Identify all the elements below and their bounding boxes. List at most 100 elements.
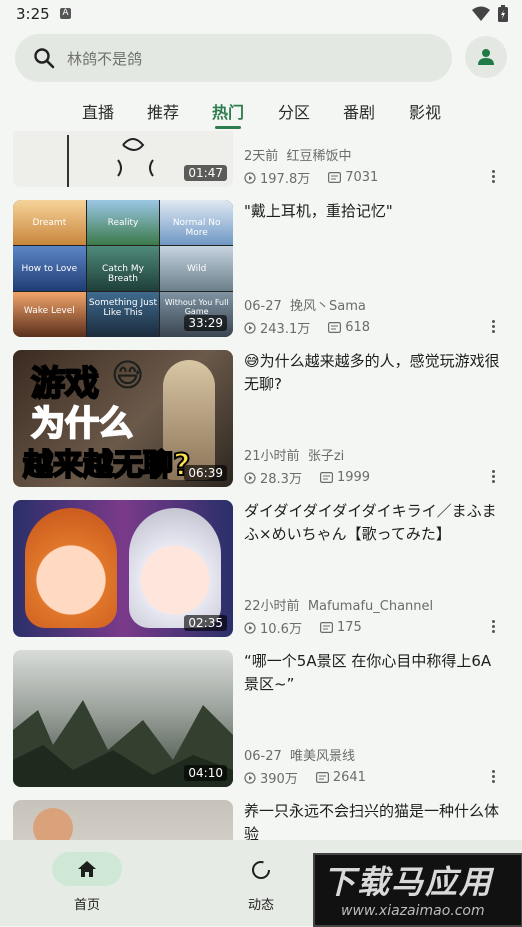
more-options-icon[interactable] [487, 168, 499, 186]
video-meta: 06-27 唯美风景线 [244, 745, 355, 764]
video-card[interactable]: 04:10 “哪一个5A景区 在你心目中称得上6A景区~” 06-27 唯美风景… [0, 650, 522, 787]
video-author: 唯美风景线 [290, 749, 356, 764]
watermark-url: www.xiazaimao.com [341, 903, 485, 919]
danmaku-count: 1999 [336, 470, 371, 485]
video-meta: 21小时前 张子zi [244, 445, 344, 464]
search-row: 林鸽不是鸽 [15, 34, 507, 82]
view-count: 243.1万 [260, 322, 311, 337]
video-title[interactable]: 😅为什么越来越多的人，感觉玩游戏很无聊? [244, 350, 506, 396]
video-author: 张子zi [307, 449, 345, 464]
video-duration: 04:10 [184, 765, 227, 781]
thumb-caption: Normal No More [160, 200, 233, 245]
view-count: 197.8万 [260, 172, 311, 187]
video-date: 21小时前 [244, 449, 300, 464]
danmaku-icon [319, 472, 333, 483]
watermark-logo: 下载马应用 www.xiazaimao.com [313, 853, 522, 927]
video-card[interactable]: 游戏 😅 为什么 越来越无聊? 06:39 😅为什么越来越多的人，感觉玩游戏很无… [0, 350, 522, 487]
home-icon [78, 861, 96, 877]
tab-recommend[interactable]: 推荐 [147, 99, 179, 123]
more-options-icon[interactable] [487, 618, 499, 636]
play-count-icon [244, 171, 256, 184]
search-icon [34, 48, 55, 69]
danmaku-icon [319, 622, 333, 633]
category-tabs: 直播 推荐 热门 分区 番剧 影视 [0, 92, 522, 130]
view-count: 10.6万 [260, 622, 302, 637]
search-input[interactable]: 林鸽不是鸽 [15, 34, 452, 82]
play-count-icon [244, 771, 256, 784]
person-icon [478, 49, 494, 65]
danmaku-icon [315, 772, 329, 783]
video-date: 22小时前 [244, 599, 300, 614]
video-stats: 28.3万 1999 [244, 468, 370, 487]
tab-categories[interactable]: 分区 [278, 99, 310, 123]
video-title[interactable]: ダイダイダイダイダイキライ／まふまふ×めいちゃん【歌ってみた】 [244, 500, 506, 546]
video-duration: 06:39 [184, 465, 227, 481]
video-thumbnail[interactable]: Dreamt Reality Normal No More How to Lov… [13, 200, 233, 337]
play-count-icon [244, 321, 256, 334]
play-count-icon [244, 621, 256, 634]
video-title[interactable]: "戴上耳机，重拾记忆" [244, 200, 506, 223]
video-thumbnail[interactable]: 01:47 [13, 131, 233, 187]
tab-anime[interactable]: 番剧 [343, 99, 375, 123]
video-duration: 02:35 [184, 615, 227, 631]
video-card[interactable]: 养一只永远不会扫兴的猫是一种什么体验 [0, 800, 522, 840]
refresh-circle-icon [252, 861, 270, 879]
nav-home[interactable]: 首页 [37, 852, 137, 913]
tab-hot[interactable]: 热门 [212, 99, 244, 123]
thumb-caption: Dreamt [13, 200, 86, 245]
video-feed[interactable]: 01:47 2天前 红豆稀饭中 197.8万 7031 Dreamt Reali… [0, 131, 522, 840]
video-duration: 33:29 [184, 315, 227, 331]
video-card[interactable]: 02:35 ダイダイダイダイダイキライ／まふまふ×めいちゃん【歌ってみた】 22… [0, 500, 522, 637]
view-count: 390万 [260, 772, 298, 787]
thumb-text: 越来越无聊? [22, 447, 191, 484]
video-date: 06-27 [244, 299, 282, 314]
video-thumbnail[interactable] [13, 800, 233, 840]
status-time: 3:25 [16, 5, 50, 23]
video-title[interactable]: 养一只永远不会扫兴的猫是一种什么体验 [244, 800, 506, 840]
danmaku-count: 618 [345, 320, 371, 335]
notification-icon: A [60, 8, 71, 19]
thumb-caption: How to Love [13, 246, 86, 291]
tab-movies[interactable]: 影视 [409, 99, 441, 123]
video-meta: 06-27 挽风丶Sama [244, 295, 366, 314]
video-date: 2天前 [244, 149, 279, 164]
thumb-caption: Catch My Breath [86, 246, 160, 291]
thumb-caption: Wake Level [13, 292, 86, 337]
tab-live[interactable]: 直播 [82, 99, 114, 123]
video-author: Mafumafu_Channel [307, 599, 434, 614]
more-options-icon[interactable] [487, 768, 499, 786]
video-thumbnail[interactable]: 04:10 [13, 650, 233, 787]
profile-button[interactable] [465, 36, 507, 78]
thumb-caption: Wild [160, 246, 233, 291]
video-stats: 243.1万 618 [244, 318, 370, 337]
play-count-icon [244, 471, 256, 484]
battery-icon [498, 5, 508, 22]
anime-character-right [129, 508, 221, 628]
active-tab-indicator [215, 126, 241, 129]
danmaku-count: 175 [336, 620, 362, 635]
video-meta: 2天前 红豆稀饭中 [244, 145, 352, 164]
video-date: 06-27 [244, 749, 282, 764]
danmaku-icon [328, 172, 342, 183]
nav-dynamic[interactable]: 动态 [211, 852, 311, 913]
video-meta: 22小时前 Mafumafu_Channel [244, 595, 433, 614]
video-card[interactable]: 01:47 2天前 红豆稀饭中 197.8万 7031 [0, 131, 522, 187]
danmaku-icon [328, 322, 342, 333]
more-options-icon[interactable] [487, 468, 499, 486]
video-stats: 390万 2641 [244, 768, 366, 787]
thumb-caption: Reality [86, 200, 160, 245]
video-title[interactable]: “哪一个5A景区 在你心目中称得上6A景区~” [244, 650, 506, 696]
more-options-icon[interactable] [487, 318, 499, 336]
video-card[interactable]: Dreamt Reality Normal No More How to Lov… [0, 200, 522, 337]
video-thumbnail[interactable]: 02:35 [13, 500, 233, 637]
nav-dynamic-label: 动态 [247, 898, 274, 913]
cat-figure [33, 808, 73, 840]
sweat-smile-emoji: 😅 [111, 356, 145, 394]
status-bar: 3:25 A [0, 0, 522, 28]
video-duration: 01:47 [184, 165, 227, 181]
anime-character-left [25, 508, 117, 628]
danmaku-count: 7031 [345, 170, 379, 185]
video-thumbnail[interactable]: 游戏 😅 为什么 越来越无聊? 06:39 [13, 350, 233, 487]
thumb-text: 为什么 [30, 403, 134, 445]
thumb-caption: Something Just Like This [86, 292, 160, 337]
